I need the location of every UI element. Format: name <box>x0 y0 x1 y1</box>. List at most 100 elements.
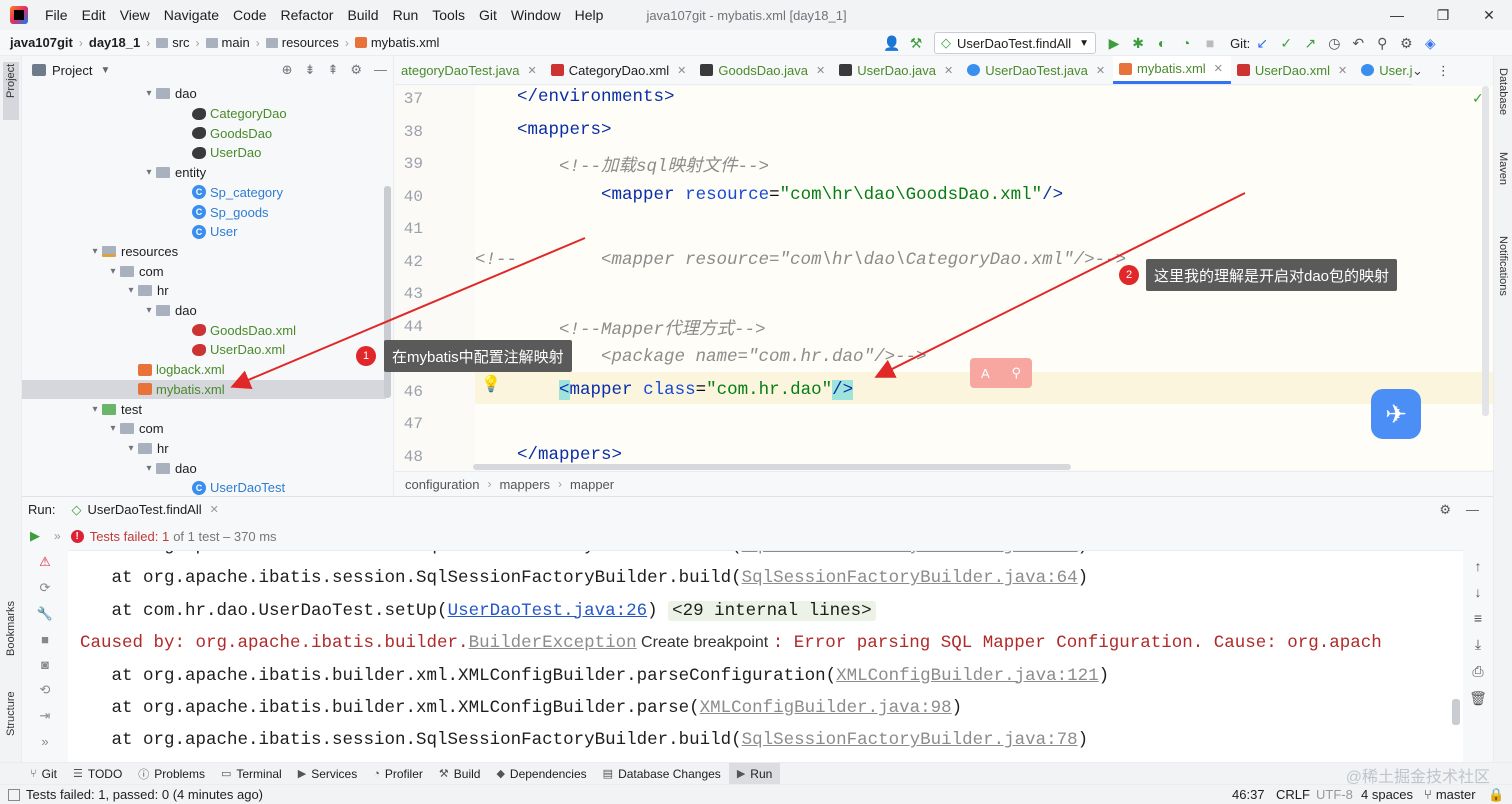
editor-tab[interactable]: CategoryDao.xml ✕ <box>545 56 695 84</box>
close-tab-icon[interactable]: ✕ <box>677 64 686 77</box>
camera-icon[interactable]: ◙ <box>41 657 49 672</box>
tree-item[interactable]: ▾ com <box>22 261 386 281</box>
git-commit-icon[interactable]: ✓ <box>1274 35 1298 52</box>
export-icon[interactable]: ⇥ <box>40 708 51 724</box>
chevron-down-icon[interactable]: ▼ <box>100 65 110 76</box>
tree-item[interactable]: ▾ com <box>22 419 386 439</box>
chevron-down-icon[interactable]: ▾ <box>124 443 138 454</box>
failed-tests-icon[interactable]: ⚠ <box>39 554 51 570</box>
code-line[interactable]: <!--Mapper代理方式--> <box>475 315 766 340</box>
tree-item[interactable]: C Sp_goods <box>22 202 386 222</box>
tool-window-run[interactable]: ▶ Run <box>728 762 781 785</box>
code-line[interactable]: <mapper class="com.hr.dao"/> <box>475 379 854 400</box>
git-branch[interactable]: ⑂ master <box>1424 787 1476 802</box>
run-icon[interactable]: ▶ <box>1102 35 1126 52</box>
hide-icon[interactable]: — <box>374 62 387 78</box>
tree-item[interactable]: UserDao.xml <box>22 340 386 360</box>
arrow-up-icon[interactable]: ↑ <box>1475 558 1482 574</box>
editor-tab[interactable]: GoodsDao.java ✕ <box>694 56 833 84</box>
editor-tab[interactable]: ategoryDaoTest.java ✕ <box>395 56 545 84</box>
editor-tab[interactable]: mybatis.xml ✕ <box>1113 56 1231 84</box>
jetbrains-toolbox-icon[interactable]: ◈ <box>1418 35 1442 52</box>
chevron-down-icon[interactable]: ▾ <box>88 404 102 415</box>
profile-icon[interactable]: ◔ <box>1174 35 1198 51</box>
menu-item-refactor[interactable]: Refactor <box>274 0 341 30</box>
chevron-down-icon[interactable]: ▾ <box>142 305 156 316</box>
settings-gear-icon[interactable]: ⚙ <box>1394 35 1418 52</box>
rerun-failed-icon[interactable]: ⟳ <box>40 580 51 596</box>
tree-item[interactable]: GoodsDao <box>22 123 386 143</box>
breadcrumb-item[interactable]: src <box>152 35 193 50</box>
git-push-icon[interactable]: ↗ <box>1298 35 1322 52</box>
arrow-down-icon[interactable]: ↓ <box>1475 584 1482 600</box>
console-line[interactable]: at org.apache.ibatis.builder.xml.XMLConf… <box>80 666 1110 686</box>
locate-icon[interactable]: ⊕ <box>282 62 293 78</box>
database-side-label[interactable]: Database <box>1497 68 1509 115</box>
expand-all-icon[interactable]: ⇟ <box>305 62 316 78</box>
breadcrumb-item[interactable]: main <box>202 35 254 50</box>
stop-icon[interactable]: ■ <box>41 632 49 647</box>
indent-setting[interactable]: 4 spaces <box>1361 787 1413 802</box>
settings-gear-icon[interactable]: ⚙ <box>1439 502 1451 518</box>
editor-tab[interactable]: UserDao.java ✕ <box>833 56 961 84</box>
debug-icon[interactable]: ✱ <box>1126 35 1150 52</box>
tree-item[interactable]: ▾ test <box>22 399 386 419</box>
tool-window-terminal[interactable]: ▭ Terminal <box>213 763 290 785</box>
tool-window-git[interactable]: ⑂ Git <box>22 763 65 785</box>
editor-tab[interactable]: UserDaoTest.java ✕ <box>961 56 1113 84</box>
code-line[interactable]: <mapper resource="com\hr\dao\GoodsDao.xm… <box>475 185 1063 205</box>
trash-icon[interactable]: 🗑 <box>1469 690 1487 707</box>
search-icon[interactable]: ⚲ <box>1370 35 1394 52</box>
editor-breadcrumb-item[interactable]: mapper <box>570 477 614 492</box>
tree-item[interactable]: ▾ hr <box>22 439 386 459</box>
history-icon[interactable]: ⟲ <box>40 682 51 698</box>
caret-position[interactable]: 46:37 <box>1232 787 1265 802</box>
tool-window-database-changes[interactable]: ▤ Database Changes <box>595 763 729 785</box>
tool-window-dependencies[interactable]: ◆ Dependencies <box>488 763 594 785</box>
console-line[interactable]: at com.hr.dao.UserDaoTest.setUp(UserDaoT… <box>80 600 876 621</box>
tree-item[interactable]: C User <box>22 222 386 242</box>
tool-window-services[interactable]: ▶ Services <box>290 763 365 785</box>
tree-item[interactable]: C UserDaoTest <box>22 478 386 496</box>
close-tab-icon[interactable]: ✕ <box>944 64 953 77</box>
git-update-icon[interactable]: ↙ <box>1250 35 1274 52</box>
tree-item[interactable]: UserDao <box>22 143 386 163</box>
run-config-select[interactable]: ◇ UserDaoTest.findAll ▼ <box>934 32 1097 54</box>
menu-item-git[interactable]: Git <box>472 0 504 30</box>
lock-icon[interactable]: 🔒 <box>1488 787 1504 803</box>
git-rollback-icon[interactable]: ↶ <box>1346 35 1370 52</box>
tree-item[interactable]: ▾ entity <box>22 163 386 183</box>
breadcrumb-item[interactable]: day18_1 <box>85 35 144 50</box>
close-icon[interactable]: ✕ <box>1466 0 1512 30</box>
scroll-to-end-icon[interactable]: ⤓ <box>1475 636 1481 653</box>
tool-window-todo[interactable]: ☰ TODO <box>65 763 130 785</box>
close-tab-icon[interactable]: ✕ <box>1338 64 1347 77</box>
tree-item[interactable]: GoodsDao.xml <box>22 320 386 340</box>
menu-item-tools[interactable]: Tools <box>425 0 472 30</box>
editor-tab[interactable]: UserDao.xml ✕ <box>1231 56 1355 84</box>
translate-icon[interactable]: A <box>981 366 990 381</box>
tree-item[interactable]: ▾ hr <box>22 281 386 301</box>
tool-window-profiler[interactable]: ◔ Profiler <box>365 763 431 785</box>
git-history-icon[interactable]: ◷ <box>1322 35 1346 52</box>
close-tab-icon[interactable]: ✕ <box>1096 64 1105 77</box>
menu-item-edit[interactable]: Edit <box>75 0 113 30</box>
chevron-down-icon[interactable]: ▾ <box>142 88 156 99</box>
menu-item-build[interactable]: Build <box>340 0 385 30</box>
wrench-icon[interactable]: 🔧 <box>37 606 53 622</box>
console-output[interactable]: at org.apache.ibatis.session.SqlSessionF… <box>68 550 1463 762</box>
console-line[interactable]: at org.apache.ibatis.builder.xml.XMLConf… <box>80 698 963 718</box>
breadcrumb-item[interactable]: resources <box>262 35 343 50</box>
file-encoding[interactable]: UTF-8 <box>1316 787 1353 802</box>
menu-item-code[interactable]: Code <box>226 0 273 30</box>
settings-gear-icon[interactable]: ⚙ <box>350 62 362 78</box>
code-line[interactable]: <!--加载sql映射文件--> <box>475 152 769 177</box>
menu-item-file[interactable]: File <box>38 0 75 30</box>
tree-item[interactable]: ▾ dao <box>22 84 386 104</box>
code-line[interactable]: <!-- <mapper resource="com\hr\dao\Catego… <box>475 250 1126 270</box>
breadcrumb-item[interactable]: mybatis.xml <box>351 35 444 50</box>
close-tab-icon[interactable]: ✕ <box>816 64 825 77</box>
editor-breadcrumb-item[interactable]: configuration <box>405 477 479 492</box>
soft-wrap-icon[interactable]: ≡ <box>1474 610 1482 626</box>
floating-translate-toolbar[interactable]: A ⚲ <box>970 358 1032 388</box>
